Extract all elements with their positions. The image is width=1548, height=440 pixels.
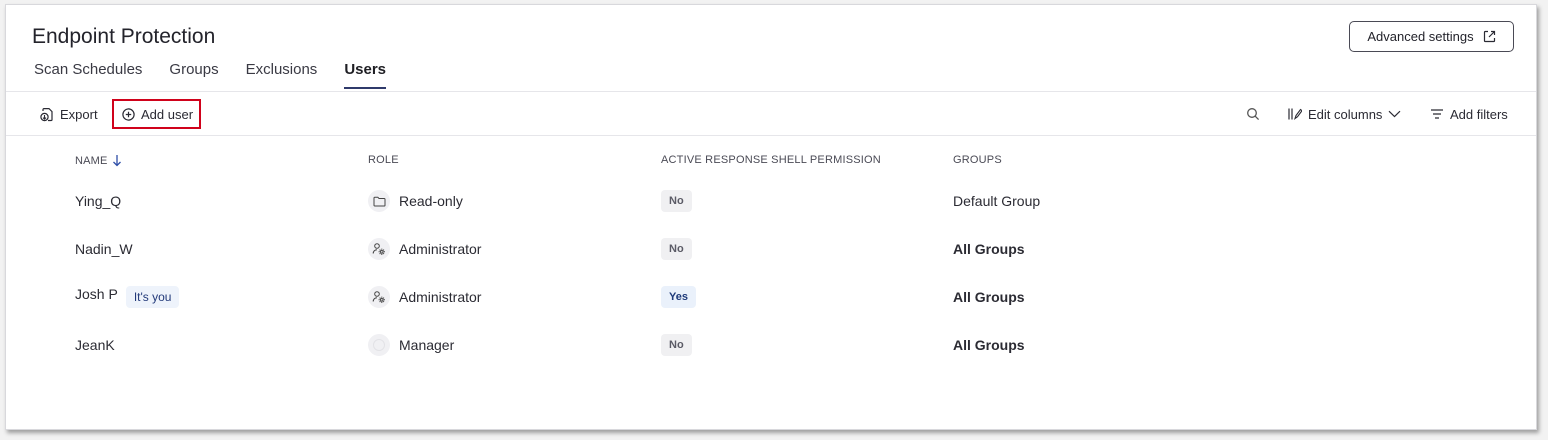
groups-value: All Groups <box>953 241 1025 257</box>
user-name: Nadin_W <box>75 241 133 257</box>
column-header-groups[interactable]: GROUPS <box>953 154 1002 166</box>
admin-gear-icon <box>368 238 390 260</box>
user-name: Ying_Q <box>75 193 122 209</box>
app-window: Endpoint Protection Advanced settings Sc… <box>5 4 1537 430</box>
column-header-name-label: NAME <box>75 154 108 167</box>
manager-icon <box>368 334 390 356</box>
role-label: Administrator <box>399 289 482 305</box>
edit-columns-button[interactable]: Edit columns <box>1287 99 1401 129</box>
shell-permission-badge: No <box>661 334 692 356</box>
filter-icon <box>1430 108 1444 120</box>
role-label: Read-only <box>399 193 463 209</box>
tab-bar: Scan Schedules Groups Exclusions Users <box>34 61 413 91</box>
admin-gear-icon <box>368 286 390 308</box>
table-row[interactable]: Josh P It's you Administrator Yes All Gr… <box>6 273 1536 321</box>
role-label: Manager <box>399 337 455 353</box>
user-name: JeanK <box>75 337 115 353</box>
tab-users[interactable]: Users <box>344 61 387 89</box>
shell-permission-badge: Yes <box>661 286 696 308</box>
add-user-label: Add user <box>141 106 194 122</box>
tab-exclusions[interactable]: Exclusions <box>246 61 318 89</box>
column-header-role[interactable]: ROLE <box>368 154 399 166</box>
table-row[interactable]: Nadin_W Administrator No All Groups <box>6 225 1536 273</box>
advanced-settings-label: Advanced settings <box>1367 29 1474 44</box>
export-icon <box>40 107 54 122</box>
groups-value: All Groups <box>953 337 1025 353</box>
groups-value: All Groups <box>953 289 1025 305</box>
table-row[interactable]: JeanK Manager No All Groups <box>6 321 1536 369</box>
groups-value: Default Group <box>953 193 1041 209</box>
export-label: Export <box>60 106 98 122</box>
advanced-settings-button[interactable]: Advanced settings <box>1349 21 1514 52</box>
edit-columns-label: Edit columns <box>1308 106 1383 122</box>
search-button[interactable] <box>1246 99 1260 129</box>
shell-permission-badge: No <box>661 190 692 212</box>
add-filters-button[interactable]: Add filters <box>1430 99 1508 129</box>
add-user-button[interactable]: Add user <box>112 99 202 129</box>
shell-permission-badge: No <box>661 238 692 260</box>
tabs-divider <box>6 91 1536 92</box>
tab-groups[interactable]: Groups <box>169 61 218 89</box>
role-label: Administrator <box>399 241 482 257</box>
chevron-down-icon <box>1388 110 1401 118</box>
user-name: Josh P <box>75 286 118 302</box>
toolbar-divider <box>6 135 1536 136</box>
folder-icon <box>368 190 390 212</box>
current-user-badge: It's you <box>125 286 180 308</box>
export-button[interactable]: Export <box>40 99 98 129</box>
search-icon <box>1246 107 1260 121</box>
plus-circle-icon <box>122 107 135 121</box>
column-header-shell-permission[interactable]: ACTIVE RESPONSE SHELL PERMISSION <box>661 154 881 166</box>
table-row[interactable]: Ying_Q Read-only No Default Group <box>6 177 1536 225</box>
column-header-name[interactable]: NAME <box>75 154 122 167</box>
tab-scan-schedules[interactable]: Scan Schedules <box>34 61 142 89</box>
external-link-icon <box>1483 30 1496 43</box>
columns-edit-icon <box>1287 107 1302 121</box>
page-title: Endpoint Protection <box>32 25 216 48</box>
add-filters-label: Add filters <box>1450 106 1508 122</box>
sort-arrow-down-icon <box>112 154 122 167</box>
toolbar: Export Add user Edit columns Add filters <box>6 99 1536 133</box>
